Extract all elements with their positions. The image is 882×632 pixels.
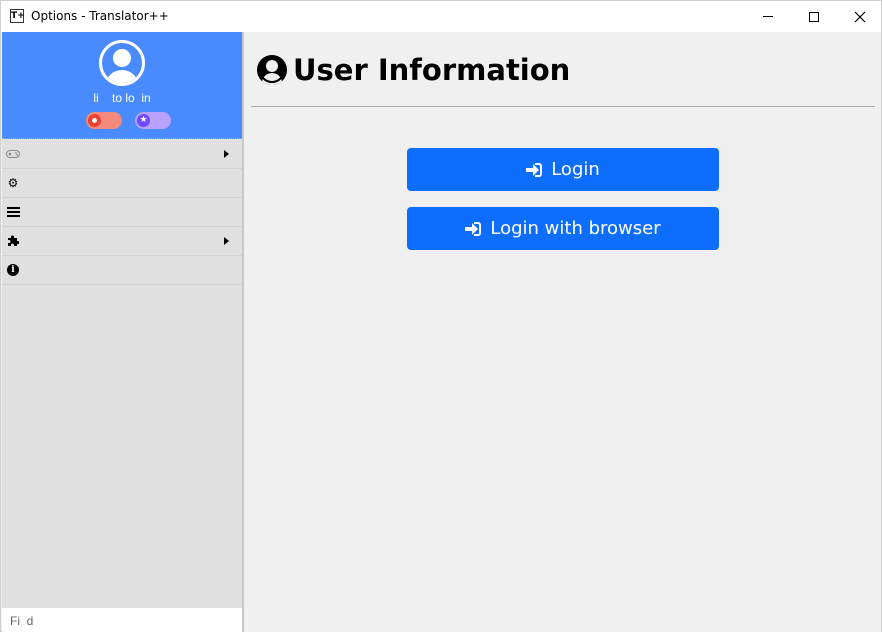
login-button[interactable]: Login [407,148,719,191]
maximize-icon [809,11,819,22]
options-window: T+ Options - Translator++ li to lo in ★ [0,0,882,632]
find-input[interactable]: Fi d [2,607,242,632]
login-with-browser-button[interactable]: Login with browser [407,207,719,250]
submenu-arrow-icon [224,237,229,245]
sidebar-menu: ⚙ i [2,140,242,285]
star-toggle[interactable]: ★ [135,112,171,129]
sidebar-item-about[interactable]: i [2,256,242,285]
sidebar: li to lo in ★ ⚙ i Fi d [2,32,242,632]
translator-app-icon: T+ [10,9,25,23]
user-circle-icon [257,55,287,85]
close-icon [854,11,866,22]
info-icon: i [6,263,20,277]
sidebar-item-games[interactable] [2,140,242,169]
minimize-button[interactable] [745,1,791,32]
record-toggle[interactable] [86,112,122,129]
gamepad-icon [6,147,20,161]
main-panel: User Information Login Login with browse… [244,32,881,632]
puzzle-icon [6,234,20,248]
close-button[interactable] [837,1,882,32]
list-icon [6,205,20,219]
maximize-button[interactable] [791,1,837,32]
login-with-browser-label: Login with browser [490,218,661,239]
sign-in-icon [465,221,482,237]
sidebar-item-settings[interactable]: ⚙ [2,169,242,198]
submenu-arrow-icon [224,150,229,158]
star-icon: ★ [137,114,150,127]
heading-divider [251,106,875,107]
record-icon [88,114,101,127]
user-profile-panel: li to lo in ★ [2,32,242,139]
avatar-icon[interactable] [99,40,145,86]
login-link[interactable]: li to lo in [2,91,242,105]
minimize-icon [763,16,773,17]
sign-in-icon [526,162,543,178]
title-bar: T+ Options - Translator++ [1,1,881,32]
window-title: Options - Translator++ [31,9,169,23]
gear-icon: ⚙ [7,176,19,190]
login-button-label: Login [551,159,600,180]
sidebar-item-list[interactable] [2,198,242,227]
page-heading: User Information [257,53,570,87]
sidebar-item-addons[interactable] [2,227,242,256]
page-title: User Information [293,53,571,87]
